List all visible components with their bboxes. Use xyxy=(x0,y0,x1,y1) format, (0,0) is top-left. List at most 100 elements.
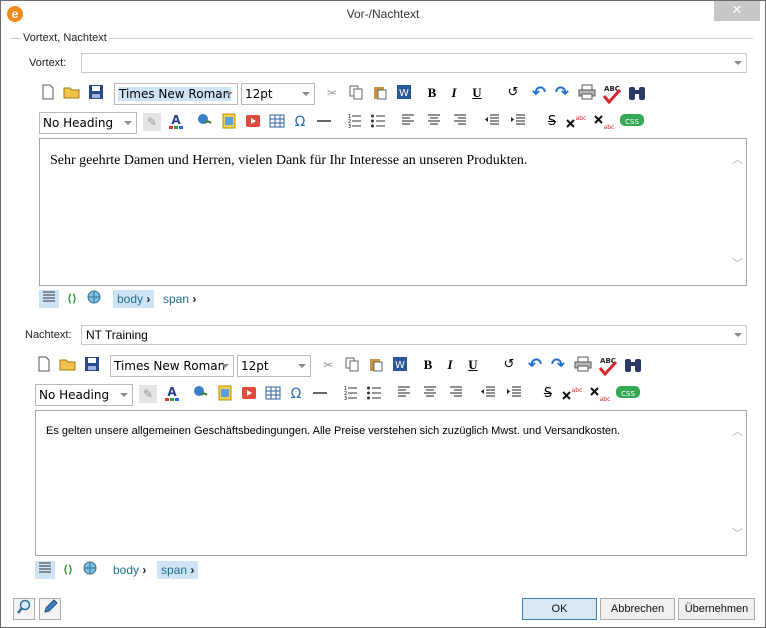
eraser-icon[interactable]: ✎ xyxy=(139,385,157,403)
media-video-icon[interactable] xyxy=(240,385,258,403)
new-document-icon[interactable] xyxy=(39,84,57,102)
path-crumb-span[interactable]: span › xyxy=(157,561,199,579)
cut-icon[interactable]: ✂ xyxy=(319,356,337,374)
align-center-icon[interactable] xyxy=(425,113,443,131)
chevron-down-icon[interactable] xyxy=(225,92,233,96)
eraser-icon[interactable]: ✎ xyxy=(143,113,161,131)
chevron-down-icon[interactable] xyxy=(734,61,742,65)
bold-button[interactable]: B xyxy=(419,356,437,374)
hyperlink-icon[interactable] xyxy=(196,113,214,131)
find-binoculars-icon[interactable] xyxy=(623,356,643,374)
indent-icon[interactable] xyxy=(505,385,523,403)
paste-icon[interactable] xyxy=(367,356,385,374)
find-binoculars-icon[interactable] xyxy=(627,84,647,102)
cut-icon[interactable]: ✂ xyxy=(323,84,341,102)
media-video-icon[interactable] xyxy=(244,113,262,131)
table-icon[interactable] xyxy=(264,385,282,403)
chevron-down-icon[interactable] xyxy=(124,121,132,125)
path-crumb-span[interactable]: span › xyxy=(159,290,200,308)
ordered-list-icon[interactable]: 123 xyxy=(341,385,359,403)
horizontal-rule-icon[interactable] xyxy=(311,385,329,403)
redo-icon[interactable]: ↷ xyxy=(553,84,571,102)
align-left-icon[interactable] xyxy=(395,385,413,403)
font-family-select[interactable]: Times New Roman xyxy=(110,355,234,377)
bold-button[interactable]: B xyxy=(423,84,441,102)
paste-word-icon[interactable]: W xyxy=(395,84,413,102)
font-size-select[interactable]: 12pt xyxy=(237,355,311,377)
ordered-list-icon[interactable]: 123 xyxy=(345,113,363,131)
font-color-icon[interactable]: A xyxy=(163,385,181,403)
css-button[interactable]: CSS xyxy=(615,385,641,403)
ok-button[interactable]: OK xyxy=(522,598,597,620)
subscript-icon[interactable]: abc xyxy=(589,385,611,403)
print-icon[interactable] xyxy=(574,356,592,374)
underline-button[interactable]: U xyxy=(468,84,486,102)
open-folder-icon[interactable] xyxy=(63,84,81,102)
html-source-icon[interactable]: ⟨⟩ xyxy=(59,561,77,579)
copy-icon[interactable] xyxy=(343,356,361,374)
print-icon[interactable] xyxy=(578,84,596,102)
outdent-icon[interactable] xyxy=(479,385,497,403)
special-character-button[interactable]: Ω xyxy=(291,113,309,131)
undo-icon[interactable]: ↶ xyxy=(530,84,548,102)
font-color-icon[interactable]: A xyxy=(167,113,185,131)
path-crumb-body[interactable]: body › xyxy=(113,290,155,308)
redo-icon[interactable]: ↷ xyxy=(549,356,567,374)
strikethrough-icon[interactable]: S xyxy=(543,113,561,131)
remove-format-icon[interactable]: abc xyxy=(565,113,587,131)
refresh-icon[interactable]: ↺ xyxy=(504,84,522,102)
subscript-icon[interactable]: abc xyxy=(593,113,615,131)
hyperlink-icon[interactable] xyxy=(192,385,210,403)
refresh-icon[interactable]: ↺ xyxy=(500,356,518,374)
table-icon[interactable] xyxy=(268,113,286,131)
preview-globe-icon[interactable] xyxy=(85,290,103,308)
heading-select[interactable]: No Heading xyxy=(39,112,137,134)
paste-word-icon[interactable]: W xyxy=(391,356,409,374)
paste-icon[interactable] xyxy=(371,84,389,102)
css-button[interactable]: CSS xyxy=(619,113,645,131)
save-icon[interactable] xyxy=(87,84,105,102)
font-size-select[interactable]: 12pt xyxy=(241,83,315,105)
horizontal-rule-icon[interactable] xyxy=(315,113,333,131)
design-view-icon[interactable] xyxy=(35,561,55,579)
path-crumb-body[interactable]: body › xyxy=(109,561,150,579)
preview-globe-icon[interactable] xyxy=(81,561,99,579)
undo-icon[interactable]: ↶ xyxy=(526,356,544,374)
save-icon[interactable] xyxy=(83,356,101,374)
outdent-icon[interactable] xyxy=(483,113,501,131)
scroll-up-icon[interactable]: ︿ xyxy=(732,426,743,437)
underline-button[interactable]: U xyxy=(464,356,482,374)
chevron-down-icon[interactable] xyxy=(221,364,229,368)
chevron-down-icon[interactable] xyxy=(120,393,128,397)
indent-icon[interactable] xyxy=(509,113,527,131)
italic-button[interactable]: I xyxy=(445,84,463,102)
close-button[interactable]: ✕ xyxy=(714,1,760,21)
apply-button[interactable]: Übernehmen xyxy=(678,598,755,620)
image-icon[interactable] xyxy=(220,113,238,131)
vortext-editor[interactable]: Sehr geehrte Damen und Herren, vielen Da… xyxy=(39,138,747,286)
new-document-icon[interactable] xyxy=(35,356,53,374)
align-left-icon[interactable] xyxy=(399,113,417,131)
cancel-button[interactable]: Abbrechen xyxy=(600,598,675,620)
spellcheck-icon[interactable]: ABC xyxy=(601,84,623,105)
unordered-list-icon[interactable] xyxy=(365,385,383,403)
scroll-down-icon[interactable]: ﹀ xyxy=(732,528,743,539)
align-right-icon[interactable] xyxy=(447,385,465,403)
image-icon[interactable] xyxy=(216,385,234,403)
design-view-icon[interactable] xyxy=(39,290,59,308)
scroll-up-icon[interactable]: ︿ xyxy=(732,154,743,165)
html-source-icon[interactable]: ⟨⟩ xyxy=(63,290,81,308)
scroll-down-icon[interactable]: ﹀ xyxy=(732,258,743,269)
special-character-button[interactable]: Ω xyxy=(287,385,305,403)
zoom-icon[interactable] xyxy=(13,598,35,620)
remove-format-icon[interactable]: abc xyxy=(561,385,583,403)
open-folder-icon[interactable] xyxy=(59,356,77,374)
font-family-select[interactable]: Times New Roman xyxy=(114,83,238,105)
chevron-down-icon[interactable] xyxy=(302,92,310,96)
nachtext-combo[interactable]: NT Training xyxy=(81,325,747,345)
chevron-down-icon[interactable] xyxy=(734,333,742,337)
heading-select[interactable]: No Heading xyxy=(35,384,133,406)
vortext-combo[interactable] xyxy=(81,53,747,73)
copy-icon[interactable] xyxy=(347,84,365,102)
edit-pencil-icon[interactable] xyxy=(39,598,61,620)
